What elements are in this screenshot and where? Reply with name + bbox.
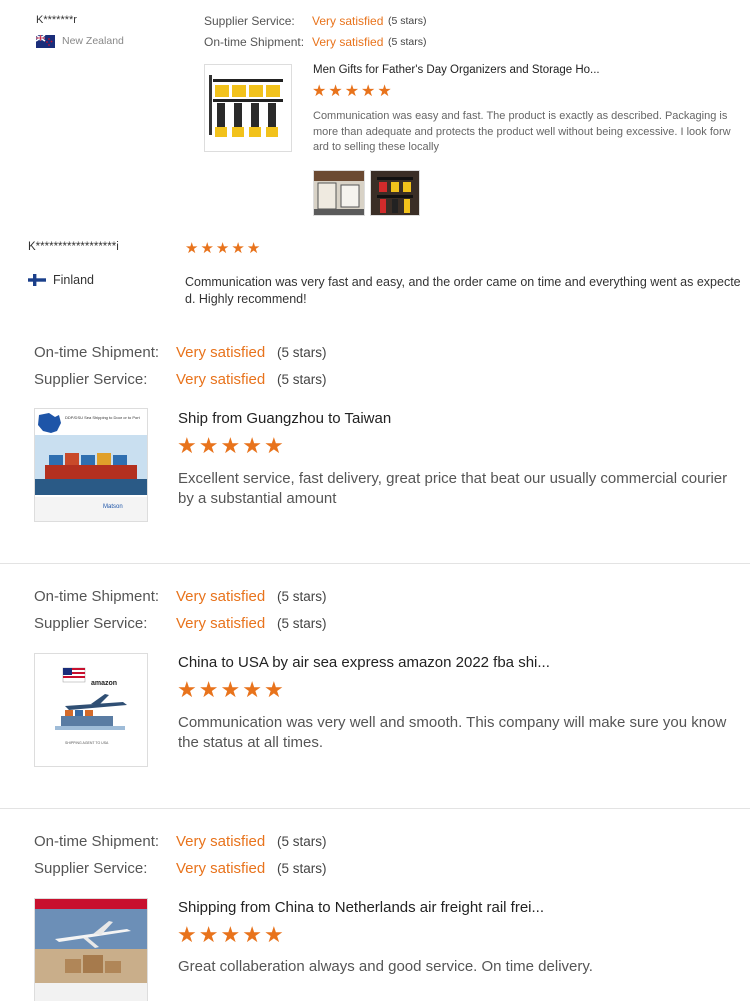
reviewer-name: K*******r: [36, 14, 77, 26]
star-icon: ★: [312, 83, 327, 100]
star-rating: ★ ★ ★ ★ ★: [177, 924, 284, 946]
star-icon: ★: [198, 433, 219, 458]
star-icon: ★: [220, 677, 241, 702]
review-divider: [0, 808, 750, 809]
star-icon: ★: [198, 922, 219, 947]
star-rating: ★ ★ ★ ★ ★: [185, 241, 260, 256]
product-image[interactable]: DDP/DSU Sea Shipping to Door or to Port …: [34, 408, 148, 522]
rating-count: (5 stars): [388, 36, 427, 48]
rating-value: Very satisfied: [176, 860, 266, 877]
review-photo[interactable]: [313, 170, 365, 216]
product-title[interactable]: Men Gifts for Father's Day Organizers an…: [313, 64, 600, 76]
rating-label: Supplier Service:: [204, 14, 295, 28]
product-image[interactable]: [204, 64, 292, 152]
product-title[interactable]: China to USA by air sea express amazon 2…: [178, 654, 550, 671]
review-photo[interactable]: [370, 170, 420, 216]
rating-value: Very satisfied: [176, 615, 266, 632]
image-logo-text: amazon: [91, 680, 117, 687]
new-zealand-flag-icon: [35, 34, 55, 48]
rating-label: On-time Shipment:: [34, 588, 160, 605]
star-rating: ★ ★ ★ ★ ★: [177, 679, 284, 701]
star-icon: ★: [177, 433, 197, 458]
star-icon: ★: [198, 677, 219, 702]
rating-count: (5 stars): [277, 589, 327, 604]
image-logo-text: Matson: [103, 504, 123, 510]
star-icon: ★: [215, 240, 230, 257]
product-title[interactable]: Ship from Guangzhou to Taiwan: [178, 410, 391, 427]
star-icon: ★: [177, 677, 197, 702]
rating-count: (5 stars): [277, 861, 327, 876]
star-icon: ★: [242, 922, 262, 947]
star-icon: ★: [361, 83, 376, 100]
star-icon: ★: [263, 677, 284, 702]
product-title[interactable]: Shipping from China to Netherlands air f…: [178, 899, 544, 916]
rating-count: (5 stars): [277, 372, 327, 387]
rating-value: Very satisfied: [176, 371, 266, 388]
review-comment: Excellent service, fast delivery, great …: [178, 470, 728, 507]
rating-value: Very satisfied: [176, 344, 266, 361]
review-comment: Great collaberation always and good serv…: [178, 958, 593, 975]
star-icon: ★: [177, 922, 197, 947]
rating-count: (5 stars): [388, 15, 427, 27]
star-icon: ★: [328, 83, 343, 100]
image-caption: SHIPPING AGENT TO USA: [65, 741, 109, 745]
rating-label: Supplier Service:: [34, 371, 148, 388]
image-caption: DDP/DSU Sea Shipping to Door or to Port: [65, 415, 141, 420]
reviewer-name: K******************i: [28, 241, 119, 253]
reviewer-country: Finland: [53, 273, 94, 287]
rating-label: Supplier Service:: [34, 860, 148, 877]
star-icon: ★: [263, 922, 284, 947]
star-rating: ★ ★ ★ ★ ★: [312, 84, 392, 100]
rating-count: (5 stars): [277, 834, 327, 849]
star-icon: ★: [220, 433, 241, 458]
star-icon: ★: [200, 240, 214, 257]
star-icon: ★: [377, 83, 392, 100]
finland-flag-icon: [28, 273, 46, 286]
rating-value: Very satisfied: [312, 35, 384, 49]
star-icon: ★: [242, 433, 262, 458]
star-icon: ★: [344, 83, 360, 100]
rating-label: On-time Shipment:: [34, 833, 160, 850]
star-rating: ★ ★ ★ ★ ★: [177, 435, 284, 457]
product-image[interactable]: Air Shipping to Door or Airport: [34, 898, 148, 1001]
review-comment: Communication was very well and smooth. …: [178, 714, 727, 751]
product-image[interactable]: amazon SHIPPING AGENT TO USA: [34, 653, 148, 767]
rating-count: (5 stars): [277, 345, 327, 360]
rating-label: On-time Shipment:: [34, 344, 160, 361]
rating-count: (5 stars): [277, 616, 327, 631]
rating-label: On-time Shipment:: [204, 35, 305, 49]
star-icon: ★: [220, 922, 241, 947]
rating-label: Supplier Service:: [34, 615, 148, 632]
star-icon: ★: [242, 677, 262, 702]
star-icon: ★: [246, 240, 261, 257]
star-icon: ★: [185, 240, 199, 257]
rating-value: Very satisfied: [176, 588, 266, 605]
star-icon: ★: [263, 433, 284, 458]
reviewer-country: New Zealand: [62, 35, 124, 47]
review-comment: Communication was easy and fast. The pro…: [313, 110, 731, 153]
review-divider: [0, 563, 750, 564]
rating-value: Very satisfied: [312, 14, 384, 28]
star-icon: ★: [231, 240, 245, 257]
review-comment: Communication was very fast and easy, an…: [185, 275, 741, 306]
rating-value: Very satisfied: [176, 833, 266, 850]
